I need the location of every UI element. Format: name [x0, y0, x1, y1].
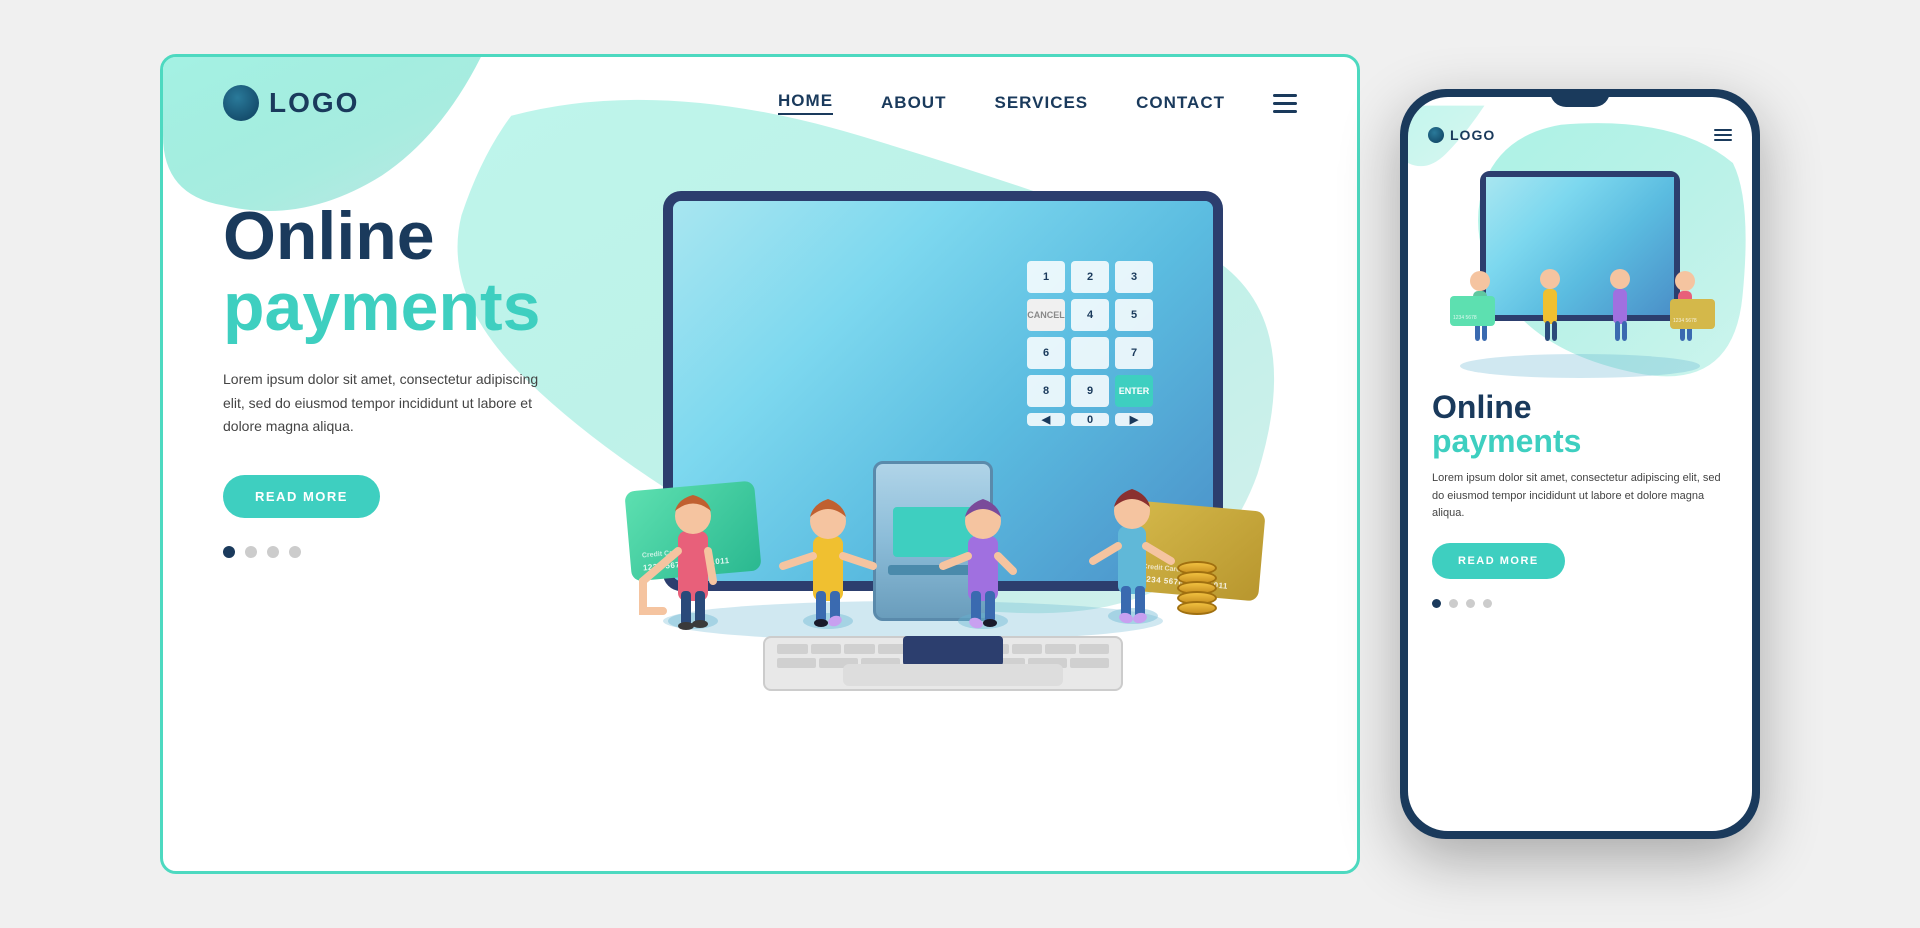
mobile-notch — [1550, 89, 1610, 107]
hero-description: Lorem ipsum dolor sit amet, consectetur … — [223, 368, 543, 439]
monitor-base — [843, 664, 1063, 686]
hero-title-line2: payments — [223, 269, 540, 345]
dot-1[interactable] — [223, 546, 235, 558]
nav-home[interactable]: HOME — [778, 91, 833, 115]
dot-2[interactable] — [245, 546, 257, 558]
nav-services[interactable]: SERVICES — [994, 93, 1088, 113]
mobile-content: Online payments Lorem ipsum dolor sit am… — [1408, 381, 1752, 628]
mobile-mockup: LOGO — [1400, 89, 1760, 839]
svg-text:1234 5678: 1234 5678 — [1673, 318, 1697, 324]
mobile-logo-area[interactable]: LOGO — [1428, 127, 1495, 143]
logo-area[interactable]: LOGO — [223, 85, 359, 121]
mobile-dot-3[interactable] — [1466, 599, 1475, 608]
mobile-logo-icon — [1428, 127, 1444, 143]
key-cancel: CANCEL — [1027, 299, 1065, 331]
people-illustration — [613, 341, 1213, 641]
dot-3[interactable] — [267, 546, 279, 558]
logo-text: LOGO — [269, 87, 359, 119]
dot-4[interactable] — [289, 546, 301, 558]
mobile-dot-2[interactable] — [1449, 599, 1458, 608]
nav-about[interactable]: ABOUT — [881, 93, 946, 113]
read-more-button[interactable]: READ MORE — [223, 475, 380, 518]
key-1: 1 — [1027, 261, 1065, 293]
mobile-read-more-button[interactable]: READ MORE — [1432, 543, 1565, 579]
nav-contact[interactable]: CONTACT — [1136, 93, 1225, 113]
hero-text: Online payments Lorem ipsum dolor sit am… — [223, 161, 603, 558]
hamburger-menu[interactable] — [1273, 94, 1297, 113]
key-3: 3 — [1115, 261, 1153, 293]
hero-illustration: 1 2 3 CANCEL 4 5 6 7 8 9 ENTER — [583, 161, 1297, 741]
pagination-dots — [223, 546, 603, 558]
nav-links: HOME ABOUT SERVICES CONTACT — [778, 91, 1297, 115]
mobile-title-line1: Online — [1432, 389, 1532, 425]
key-4: 4 — [1071, 299, 1109, 331]
mobile-title: Online payments — [1432, 391, 1728, 458]
mobile-description: Lorem ipsum dolor sit amet, consectetur … — [1432, 470, 1722, 523]
mobile-inner: LOGO — [1408, 97, 1752, 831]
hero-title: Online payments — [223, 201, 603, 344]
svg-text:1234 5678: 1234 5678 — [1453, 315, 1477, 321]
mobile-title-line2: payments — [1432, 423, 1581, 459]
mobile-dot-1[interactable] — [1432, 599, 1441, 608]
mobile-logo-text: LOGO — [1450, 127, 1495, 143]
key-5: 5 — [1115, 299, 1153, 331]
logo-icon — [223, 85, 259, 121]
desktop-mockup: LOGO HOME ABOUT SERVICES CONTACT Online … — [160, 54, 1360, 874]
mobile-pagination-dots — [1432, 599, 1728, 608]
key-2: 2 — [1071, 261, 1109, 293]
navbar: LOGO HOME ABOUT SERVICES CONTACT — [163, 57, 1357, 121]
hero-section: Online payments Lorem ipsum dolor sit am… — [163, 121, 1357, 741]
mobile-people: 1234 5678 1234 5678 — [1420, 201, 1740, 381]
mobile-hero-image: 1234 5678 1234 5678 — [1408, 151, 1752, 381]
mobile-hamburger[interactable] — [1714, 129, 1732, 141]
mobile-dot-4[interactable] — [1483, 599, 1492, 608]
hero-title-line1: Online — [223, 198, 435, 274]
